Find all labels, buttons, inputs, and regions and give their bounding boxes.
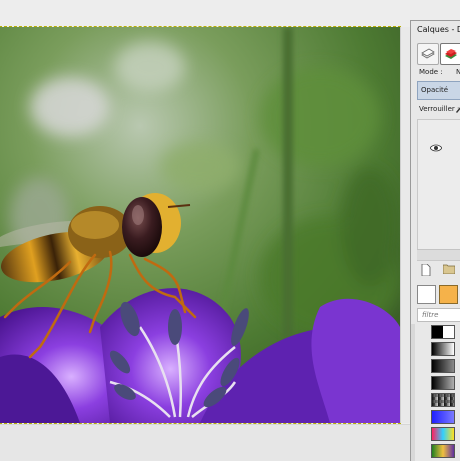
dock-title: Calques - D [417,25,460,34]
new-layer-icon[interactable] [421,263,431,278]
canvas-vertical-scrollbar[interactable] [400,27,410,423]
gradient-item[interactable]: PP [417,324,460,341]
gradient-item[interactable]: Abs [417,426,460,443]
dock-tab-bar [417,43,460,65]
gradient-item[interactable]: PP [417,358,460,375]
image-canvas[interactable] [0,26,401,424]
gradient-swatch [431,410,455,424]
gradient-item[interactable]: PP [417,341,460,358]
gradient-swatch [431,359,455,373]
canvas-area[interactable] [0,0,410,461]
gradient-swatch [431,427,455,441]
gradient-item[interactable]: PP [417,375,460,392]
lock-label: Verrouiller : [419,105,460,113]
canvas-status-area [0,424,410,461]
mode-select[interactable]: N [456,68,460,76]
channels-icon [445,49,457,59]
mode-label: Mode : [419,68,443,76]
gradient-filter-input[interactable] [417,308,460,322]
gradient-swatch [431,444,455,458]
layers-dock: Calques - D Mode : N Opacité Verrouiller… [410,20,460,461]
gradient-swatch [431,393,455,407]
opacity-label: Opacité [421,86,449,94]
opacity-slider[interactable]: Opacité [417,81,460,100]
tab-patterns[interactable] [417,285,436,304]
brush-lock-icon[interactable] [455,105,460,115]
tab-layers[interactable] [417,43,439,65]
layers-button-bar [421,263,460,278]
gradient-swatch [431,342,455,356]
gradient-list[interactable]: PPPPPPPPPPAbsAbsAbsAne [417,324,460,461]
gradient-item[interactable]: Abs [417,443,460,460]
hoverfly-on-flower-image [0,27,400,423]
tab-channels[interactable] [440,43,460,65]
canvas-ruler-area [0,0,410,27]
layers-stack-icon [421,48,435,59]
resource-tab-bar [417,285,460,305]
gradient-swatch [431,376,455,390]
gradient-swatch [431,325,455,339]
tab-gradients[interactable] [439,285,458,304]
layers-list[interactable] [417,119,460,261]
gradient-item[interactable]: Abs [417,409,460,426]
open-folder-icon[interactable] [442,264,456,276]
gradient-list-edge [411,324,415,461]
gradient-item[interactable]: PP [417,392,460,409]
eye-icon[interactable] [429,144,443,154]
layers-horizontal-scrollbar[interactable] [417,249,460,260]
